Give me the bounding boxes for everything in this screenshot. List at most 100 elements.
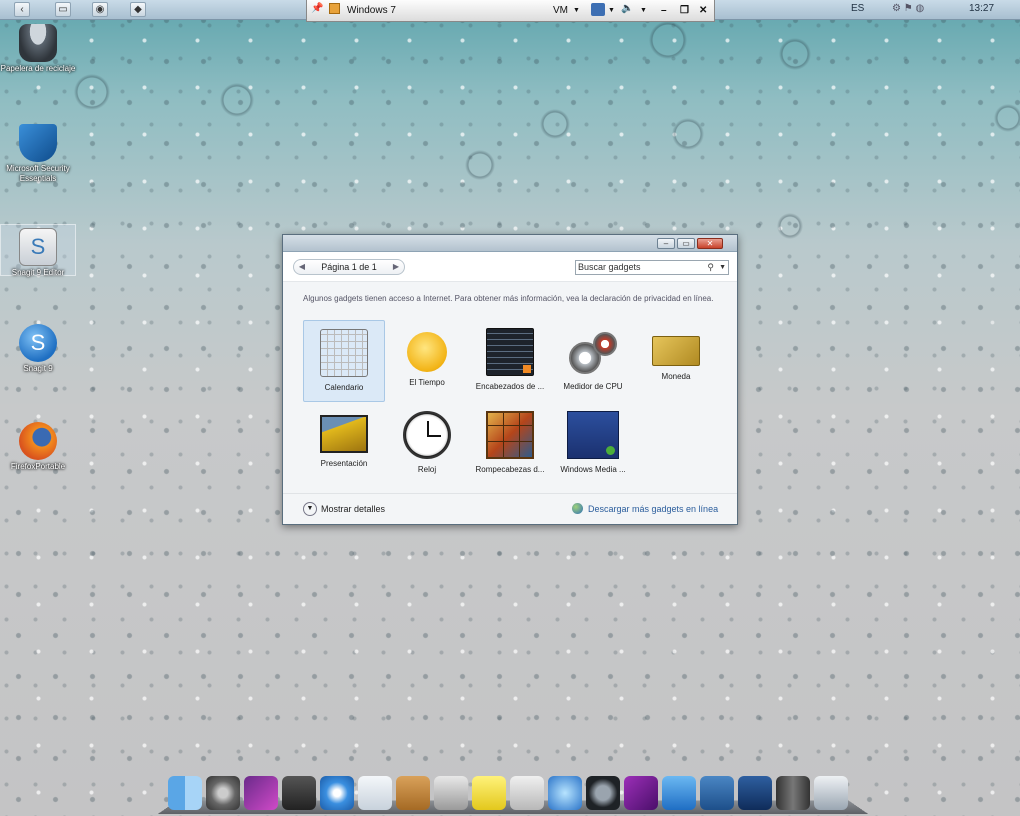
media-center-icon (567, 411, 619, 459)
desktop-icon-security-essentials[interactable]: Microsoft Security Essentials (0, 124, 76, 184)
language-indicator[interactable]: ES (851, 3, 864, 14)
search-gadgets-input[interactable]: Buscar gadgets ⚲ ▼ (575, 260, 729, 275)
gadget-encabezados[interactable]: Encabezados de ... (469, 320, 551, 402)
gadget-calendario[interactable]: Calendario (303, 320, 385, 402)
snagit-icon: S (19, 324, 57, 362)
dock (157, 772, 869, 816)
safari-icon[interactable] (320, 776, 354, 810)
pin-icon[interactable]: 📌 (311, 3, 323, 14)
vm-menu[interactable]: VM (553, 5, 568, 16)
puzzle-icon (486, 411, 534, 459)
search-icon[interactable]: ⚲ (707, 261, 714, 274)
network-icon[interactable] (282, 776, 316, 810)
calculator-icon[interactable] (434, 776, 468, 810)
gadget-label: Medidor de CPU (563, 382, 623, 391)
desktop-icon-recycle-bin[interactable]: Papelera de reciclaje (0, 24, 76, 74)
host-top-bar: ‹ ▭ ◉ ◆ 📌 Windows 7 VM ▼ ▼ 🔈 ▼ – ❐ ✕ ES … (0, 0, 1020, 22)
security-shield-icon (19, 124, 57, 162)
speaker-icon[interactable]: 🔈 (621, 3, 633, 14)
text-edit-icon[interactable] (510, 776, 544, 810)
desktop-icon-firefox[interactable]: FirefoxPortable (0, 422, 76, 472)
gadget-label: Encabezados de ... (475, 382, 545, 391)
gadget-label: Rompecabezas d... (475, 465, 545, 474)
desktop-icon-label: Snagit 9 Editor (11, 268, 65, 277)
privacy-info-text: Algunos gadgets tienen acceso a Internet… (303, 294, 714, 303)
cpu-meter-icon (569, 328, 617, 376)
gadget-windows-media[interactable]: Windows Media ... (552, 403, 634, 485)
desktop-icon-snagit-editor[interactable]: S Snagit 9 Editor (0, 224, 76, 277)
window-title-bar[interactable]: – ▭ ✕ (283, 235, 737, 252)
clock[interactable]: 13:27 (969, 3, 994, 14)
eject-icon[interactable] (738, 776, 772, 810)
desktop-icon-snagit[interactable]: S Snagit 9 (0, 324, 76, 374)
search-placeholder: Buscar gadgets (578, 262, 641, 272)
tray-icons[interactable]: ⚙ ⚑ ◍ (892, 3, 924, 14)
page-indicator: Página 1 de 1 (321, 262, 377, 272)
weather-sun-icon (407, 332, 447, 372)
vm-window-title: Windows 7 (347, 5, 396, 16)
recycle-bin-icon (19, 24, 57, 62)
close-button[interactable]: ✕ (697, 238, 723, 249)
gadget-label: El Tiempo (409, 378, 445, 387)
trash-icon[interactable] (776, 776, 810, 810)
chevron-down-icon[interactable]: ▼ (608, 7, 615, 14)
address-book-icon[interactable] (396, 776, 430, 810)
utilities-hammer-icon[interactable] (700, 776, 734, 810)
page-navigator: ◀ Página 1 de 1 ▶ (293, 259, 405, 275)
desktop-icon-label: FirefoxPortable (10, 462, 66, 471)
finder-icon[interactable] (168, 776, 202, 810)
gadget-rompecabezas[interactable]: Rompecabezas d... (469, 403, 551, 485)
desktop-icon-label: Microsoft Security Essentials (6, 164, 70, 183)
network-adapter-icon[interactable] (591, 3, 605, 16)
gadget-label: Presentación (320, 459, 368, 468)
desktop-icon-label: Snagit 9 (23, 364, 53, 373)
itunes-icon[interactable] (548, 776, 582, 810)
prev-page-icon[interactable]: ◀ (295, 260, 309, 274)
globe-icon (572, 503, 583, 514)
fit-icon[interactable]: ◆ (130, 2, 146, 17)
window-footer: ▼ Mostrar detalles Descargar más gadgets… (283, 493, 737, 524)
feed-headlines-icon (486, 328, 534, 376)
currency-icon (652, 336, 700, 366)
chevron-down-icon[interactable]: ▼ (640, 7, 647, 14)
restore-icon[interactable]: ❐ (680, 5, 689, 16)
gadget-moneda[interactable]: Moneda (635, 320, 717, 402)
gadget-label: Windows Media ... (560, 465, 626, 474)
next-page-icon[interactable]: ▶ (389, 260, 403, 274)
show-details-link[interactable]: Mostrar detalles (321, 504, 385, 514)
gadget-label: Calendario (324, 383, 364, 392)
system-preferences-icon[interactable] (206, 776, 240, 810)
gadget-el-tiempo[interactable]: El Tiempo (386, 320, 468, 402)
chevron-down-icon[interactable]: ▼ (573, 7, 580, 14)
vm-window-icon (329, 3, 340, 14)
minimize-icon[interactable]: – (661, 5, 667, 16)
front-row-icon[interactable] (244, 776, 278, 810)
vm-control-bar: 📌 Windows 7 VM ▼ ▼ 🔈 ▼ – ❐ ✕ (306, 0, 715, 22)
quicktime-icon[interactable] (586, 776, 620, 810)
gadget-reloj[interactable]: Reloj (386, 403, 468, 485)
close-icon[interactable]: ✕ (699, 5, 707, 16)
mail-icon[interactable] (358, 776, 392, 810)
calendar-icon (320, 329, 368, 377)
x-app-icon[interactable] (624, 776, 658, 810)
gadget-presentacion[interactable]: Presentación (303, 403, 385, 485)
gadget-label: Reloj (417, 465, 437, 474)
gadget-label: Moneda (661, 372, 691, 381)
dashboard-icon[interactable] (814, 776, 848, 810)
maximize-button[interactable]: ▭ (677, 238, 695, 249)
capture-icon[interactable]: ◉ (92, 2, 108, 17)
minimize-button[interactable]: – (657, 238, 675, 249)
slideshow-icon (320, 415, 368, 453)
download-more-gadgets-link[interactable]: Descargar más gadgets en línea (588, 504, 718, 514)
snagit-editor-icon: S (19, 228, 57, 266)
chevron-down-icon[interactable]: ▼ (303, 502, 317, 516)
desktop-icon-label: Papelera de reciclaje (0, 64, 76, 73)
app-store-icon[interactable] (662, 776, 696, 810)
back-icon[interactable]: ‹ (14, 2, 30, 17)
gadget-medidor-cpu[interactable]: Medidor de CPU (552, 320, 634, 402)
clock-icon (403, 411, 451, 459)
chevron-down-icon[interactable]: ▼ (719, 261, 726, 274)
gadgets-toolbar: ◀ Página 1 de 1 ▶ Buscar gadgets ⚲ ▼ (283, 252, 737, 282)
stickies-icon[interactable] (472, 776, 506, 810)
save-icon[interactable]: ▭ (55, 2, 71, 17)
